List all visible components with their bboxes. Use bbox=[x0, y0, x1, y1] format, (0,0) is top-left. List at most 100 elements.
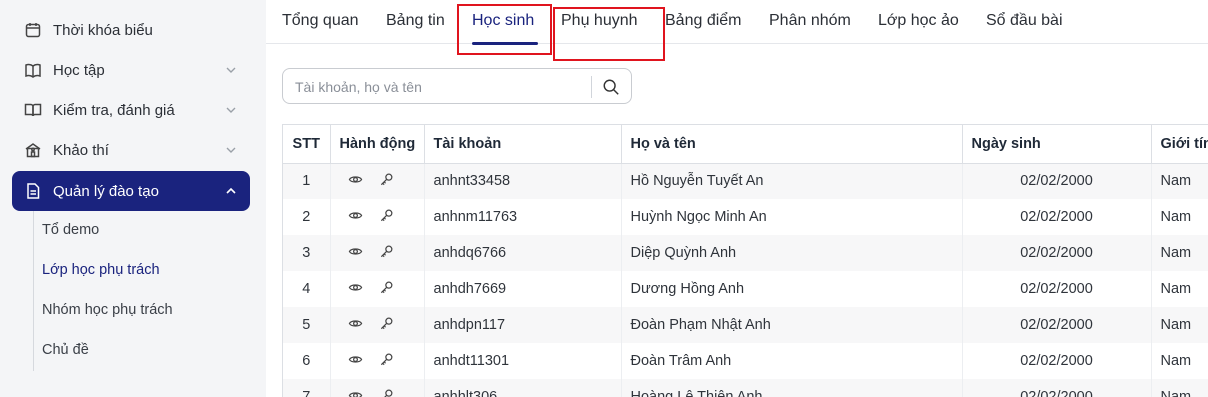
tab-grouping[interactable]: Phân nhóm bbox=[769, 12, 851, 30]
eye-icon[interactable] bbox=[348, 244, 363, 259]
cell-stt: 2 bbox=[283, 199, 331, 235]
cell-dob: 02/02/2000 bbox=[962, 307, 1152, 343]
chevron-down-icon bbox=[226, 147, 236, 153]
sidebar: Thời khóa biểu Học tập Kiểm tra, đánh gi… bbox=[0, 0, 266, 397]
cell-dob: 02/02/2000 bbox=[962, 343, 1152, 379]
eye-icon[interactable] bbox=[348, 316, 363, 331]
eye-icon[interactable] bbox=[348, 388, 363, 397]
cell-account: anhhlt306 bbox=[424, 379, 622, 397]
tab-gradebook[interactable]: Bảng điểm bbox=[665, 12, 742, 30]
main-content: Tổng quan Bảng tin Học sinh Phụ huynh Bả… bbox=[266, 0, 1208, 397]
cell-actions bbox=[330, 163, 425, 199]
table-row[interactable]: 2 anhnm11763 Huỳnh Ngọc Minh An 02/02/2000 N… bbox=[283, 199, 1208, 235]
key-icon[interactable] bbox=[379, 208, 394, 223]
cell-gender: Nam bbox=[1151, 199, 1208, 235]
table-row[interactable]: 4 anhdh7669 Dương Hồng Anh 02/02/2000 Nam bbox=[283, 271, 1208, 307]
cell-actions bbox=[330, 235, 425, 271]
table-row[interactable]: 5 anhdpn117 Đoàn Phạm Nhật Anh 02/02/2000 Na… bbox=[283, 307, 1208, 343]
sidebar-item-label: Thời khóa biểu bbox=[53, 21, 153, 39]
column-header-fullname: Họ và tên bbox=[621, 125, 963, 164]
cell-account: anhdt11301 bbox=[424, 343, 622, 379]
students-table: STT Hành động Tài khoản Họ và tên Ngày s… bbox=[282, 124, 1208, 397]
sidebar-subitem-demo-group[interactable]: Tổ demo bbox=[42, 222, 99, 238]
cell-account: anhdq6766 bbox=[424, 235, 622, 271]
cell-fullname: Đoàn Trâm Anh bbox=[621, 343, 963, 379]
school-icon bbox=[24, 141, 42, 159]
sidebar-item-label: Kiểm tra, đánh giá bbox=[53, 101, 175, 119]
cell-fullname: Dương Hồng Anh bbox=[621, 271, 963, 307]
sidebar-item-exams[interactable]: Khảo thí bbox=[12, 130, 250, 170]
cell-fullname: Hồ Nguyễn Tuyết An bbox=[621, 163, 963, 199]
tab-lesson-log[interactable]: Sổ đầu bài bbox=[986, 12, 1063, 30]
cell-actions bbox=[330, 307, 425, 343]
tab-newsfeed[interactable]: Bảng tin bbox=[386, 12, 445, 30]
key-icon[interactable] bbox=[379, 172, 394, 187]
table-row[interactable]: 6 anhdt11301 Đoàn Trâm Anh 02/02/2000 Nam bbox=[283, 343, 1208, 379]
search-divider bbox=[591, 76, 592, 98]
search-input[interactable] bbox=[295, 77, 585, 97]
sidebar-subitem-my-classes[interactable]: Lớp học phụ trách bbox=[42, 262, 160, 278]
tab-bar: Tổng quan Bảng tin Học sinh Phụ huynh Bả… bbox=[266, 0, 1208, 45]
chevron-down-icon bbox=[226, 107, 236, 113]
table-row[interactable]: 1 anhnt33458 Hồ Nguyễn Tuyết An 02/02/2000 N… bbox=[283, 163, 1208, 199]
key-icon[interactable] bbox=[379, 352, 394, 367]
cell-account: anhnm11763 bbox=[424, 199, 622, 235]
table-header-row: STT Hành động Tài khoản Họ và tên Ngày s… bbox=[283, 125, 1208, 164]
cell-stt: 7 bbox=[283, 379, 331, 397]
sidebar-item-training-management[interactable]: Quản lý đào tạo bbox=[12, 171, 250, 211]
sidebar-item-assessment[interactable]: Kiểm tra, đánh giá bbox=[12, 90, 250, 130]
column-header-dob: Ngày sinh bbox=[962, 125, 1152, 164]
highlight-box-parents-tab bbox=[553, 7, 665, 61]
search-button[interactable] bbox=[599, 76, 623, 98]
eye-icon[interactable] bbox=[348, 208, 363, 223]
open-book-icon bbox=[24, 101, 42, 119]
cell-dob: 02/02/2000 bbox=[962, 199, 1152, 235]
search-icon bbox=[603, 79, 619, 95]
eye-icon[interactable] bbox=[348, 172, 363, 187]
sidebar-subitem-my-groups[interactable]: Nhóm học phụ trách bbox=[42, 302, 173, 318]
highlight-box-students-tab bbox=[457, 4, 552, 55]
sidebar-subitem-topics[interactable]: Chủ đề bbox=[42, 342, 89, 358]
cell-account: anhdh7669 bbox=[424, 271, 622, 307]
tab-virtual-class[interactable]: Lớp học ảo bbox=[878, 12, 959, 30]
key-icon[interactable] bbox=[379, 280, 394, 295]
sidebar-item-label: Học tập bbox=[53, 61, 105, 79]
cell-stt: 3 bbox=[283, 235, 331, 271]
cell-gender: Nam bbox=[1151, 163, 1208, 199]
app: Thời khóa biểu Học tập Kiểm tra, đánh gi… bbox=[0, 0, 1208, 397]
column-header-account: Tài khoản bbox=[424, 125, 622, 164]
cell-gender: Nam bbox=[1151, 271, 1208, 307]
cell-dob: 02/02/2000 bbox=[962, 271, 1152, 307]
cell-stt: 5 bbox=[283, 307, 331, 343]
cell-fullname: Hoàng Lê Thiên Anh bbox=[621, 379, 963, 397]
sidebar-item-study[interactable]: Học tập bbox=[12, 50, 250, 90]
sidebar-item-label: Quản lý đào tạo bbox=[53, 182, 159, 200]
cell-actions bbox=[330, 199, 425, 235]
tab-overview[interactable]: Tổng quan bbox=[282, 12, 359, 30]
column-header-stt: STT bbox=[283, 125, 331, 164]
cell-dob: 02/02/2000 bbox=[962, 379, 1152, 397]
eye-icon[interactable] bbox=[348, 352, 363, 367]
book-icon bbox=[24, 61, 42, 79]
table-row[interactable]: 7 anhhlt306 Hoàng Lê Thiên Anh 02/02/2000 Na… bbox=[283, 379, 1208, 397]
cell-dob: 02/02/2000 bbox=[962, 235, 1152, 271]
cell-fullname: Đoàn Phạm Nhật Anh bbox=[621, 307, 963, 343]
chevron-up-icon bbox=[226, 187, 236, 194]
cell-dob: 02/02/2000 bbox=[962, 163, 1152, 199]
cell-stt: 6 bbox=[283, 343, 331, 379]
table-row[interactable]: 3 anhdq6766 Diệp Quỳnh Anh 02/02/2000 Nam bbox=[283, 235, 1208, 271]
document-icon bbox=[24, 182, 42, 200]
eye-icon[interactable] bbox=[348, 280, 363, 295]
cell-stt: 4 bbox=[283, 271, 331, 307]
cell-account: anhdpn117 bbox=[424, 307, 622, 343]
key-icon[interactable] bbox=[379, 244, 394, 259]
cell-actions bbox=[330, 271, 425, 307]
cell-gender: Nam bbox=[1151, 343, 1208, 379]
key-icon[interactable] bbox=[379, 316, 394, 331]
cell-actions bbox=[330, 379, 425, 397]
search-box bbox=[282, 68, 632, 104]
sidebar-item-timetable[interactable]: Thời khóa biểu bbox=[12, 10, 250, 50]
cell-fullname: Huỳnh Ngọc Minh An bbox=[621, 199, 963, 235]
key-icon[interactable] bbox=[379, 388, 394, 397]
chevron-down-icon bbox=[226, 67, 236, 73]
